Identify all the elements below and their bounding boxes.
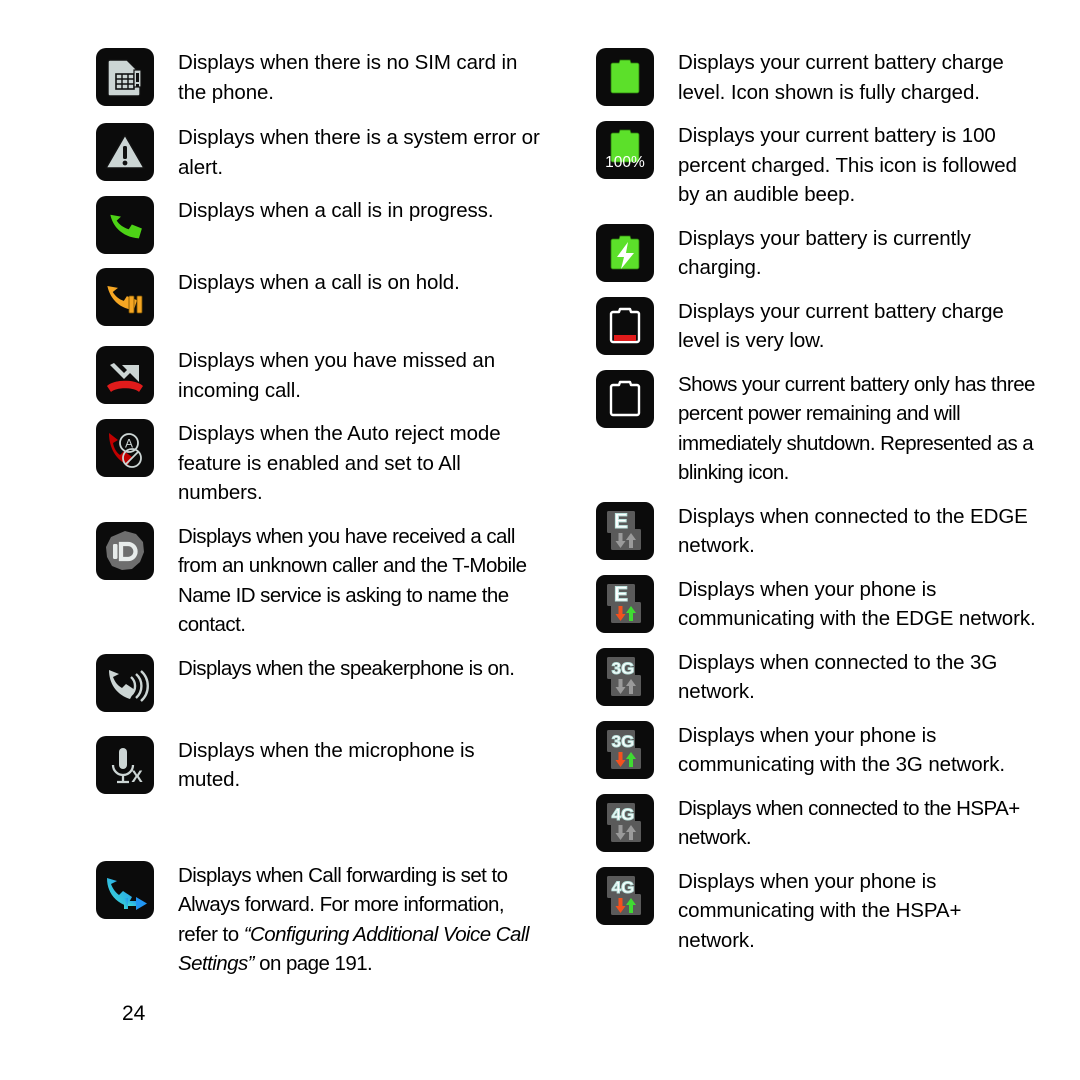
svg-text:E: E	[614, 583, 628, 606]
status-icon-row: X Displays when the microphone is muted.	[96, 735, 541, 795]
status-icon-description: Displays when the Auto reject mode featu…	[178, 422, 501, 504]
status-icon-description: Displays when a call is on hold.	[178, 271, 460, 294]
status-icon-description: Displays when connected to the EDGE netw…	[678, 504, 1028, 558]
svg-text:3G: 3G	[612, 659, 635, 678]
status-icon-row: Displays when Call forwarding is set to …	[96, 860, 541, 979]
status-icon-row: A Displays when the Auto reject mode fea…	[96, 419, 541, 508]
status-icon-row: 4G Displays when your phone is communica…	[596, 866, 1041, 956]
status-icon-description: Displays when connected to the 3G networ…	[678, 650, 998, 704]
right-column: Displays your current battery charge lev…	[596, 48, 1041, 955]
description-fragment: on page 191.	[253, 952, 373, 975]
status-icon-description: Displays when you have received a call f…	[178, 524, 527, 637]
status-icon-row: 100% Displays your current battery is 10…	[596, 121, 1041, 210]
status-icon-description: Displays your current battery charge lev…	[678, 299, 1004, 353]
status-icon-description: Displays when your phone is communicatin…	[678, 577, 1036, 631]
svg-text:E: E	[614, 510, 628, 533]
svg-text:4G: 4G	[612, 805, 635, 824]
status-icon-description: Displays when your phone is communicatin…	[678, 723, 1006, 777]
status-icon-description: Shows your current battery only has thre…	[678, 372, 1035, 485]
status-icon-row: Displays when a call is in progress.	[96, 196, 541, 254]
status-icon-description: Displays when there is a system error or…	[178, 126, 540, 179]
call-in-progress-icon	[96, 196, 154, 254]
status-icon-description: Displays when there is no SIM card in th…	[178, 51, 518, 104]
battery-full-icon	[596, 48, 654, 106]
svg-text:4G: 4G	[612, 878, 635, 897]
status-icon-row: Displays when a call is on hold.	[96, 268, 541, 326]
status-icon-row: Displays when the speakerphone is on.	[96, 653, 541, 712]
status-icon-description: Displays your current battery is 100 per…	[678, 124, 1017, 206]
status-icon-description: Displays when your phone is communicatin…	[678, 869, 962, 952]
status-icon-row: Displays your battery is currently charg…	[596, 223, 1041, 283]
microphone-muted-icon: X	[96, 735, 154, 794]
status-icon-description: Displays your battery is currently charg…	[678, 226, 971, 280]
status-icon-description: Displays when you have missed an incomin…	[178, 349, 495, 402]
status-icon-row: E Displays when connected to the EDGE ne…	[596, 501, 1041, 561]
battery-very-low-icon	[596, 296, 654, 355]
status-icon-description: Displays your current battery charge lev…	[678, 51, 1004, 104]
speakerphone-on-icon	[96, 653, 154, 712]
svg-text:X: X	[131, 767, 143, 786]
svg-text:3G: 3G	[612, 732, 635, 751]
3g-connected-icon: 3G	[596, 647, 654, 706]
battery-100-percent-icon: 100%	[596, 121, 654, 179]
status-icon-row: Shows your current battery only has thre…	[596, 369, 1041, 488]
status-icon-row: 4G Displays when connected to the HSPA+ …	[596, 793, 1041, 853]
edge-active-icon: E	[596, 574, 654, 633]
status-icon-row: Displays when you have missed an incomin…	[96, 346, 541, 405]
hspa-plus-active-icon: 4G	[596, 866, 654, 925]
status-icon-row: Displays your current battery charge lev…	[596, 48, 1041, 107]
system-error-alert-icon	[96, 123, 154, 181]
hspa-plus-connected-icon: 4G	[596, 793, 654, 852]
battery-charging-icon	[596, 223, 654, 282]
status-icon-row: 3G Displays when connected to the 3G net…	[596, 647, 1041, 707]
status-icon-row: Displays when there is no SIM card in th…	[96, 48, 541, 107]
svg-text:100%: 100%	[605, 154, 645, 171]
status-icon-description: Displays when a call is in progress.	[178, 199, 494, 222]
battery-empty-icon	[596, 369, 654, 428]
status-icon-row: Displays when there is a system error or…	[96, 123, 541, 182]
status-icon-description: Displays when the microphone is muted.	[178, 738, 475, 792]
left-column: Displays when there is no SIM card in th…	[96, 48, 541, 979]
3g-active-icon: 3G	[596, 720, 654, 779]
status-icon-description: Displays when the speakerphone is on.	[178, 656, 515, 680]
name-id-icon	[96, 521, 154, 580]
no-sim-card-icon	[96, 48, 154, 106]
missed-call-icon	[96, 346, 154, 404]
status-icon-description: Displays when connected to the HSPA+ net…	[678, 796, 1020, 850]
status-icon-row: 3G Displays when your phone is communica…	[596, 720, 1041, 780]
call-on-hold-icon	[96, 268, 154, 326]
status-icon-description: Displays when Call forwarding is set to …	[154, 861, 541, 979]
auto-reject-all-icon: A	[96, 419, 154, 477]
status-icon-row: Displays your current battery charge lev…	[596, 296, 1041, 356]
page-number: 24	[122, 1002, 146, 1025]
manual-page: Displays when there is no SIM card in th…	[0, 0, 1080, 1080]
status-icon-row: Displays when you have received a call f…	[96, 521, 541, 640]
edge-connected-icon: E	[596, 501, 654, 560]
status-icon-row: E Displays when your phone is communicat…	[596, 574, 1041, 634]
call-forwarding-icon	[96, 860, 154, 919]
